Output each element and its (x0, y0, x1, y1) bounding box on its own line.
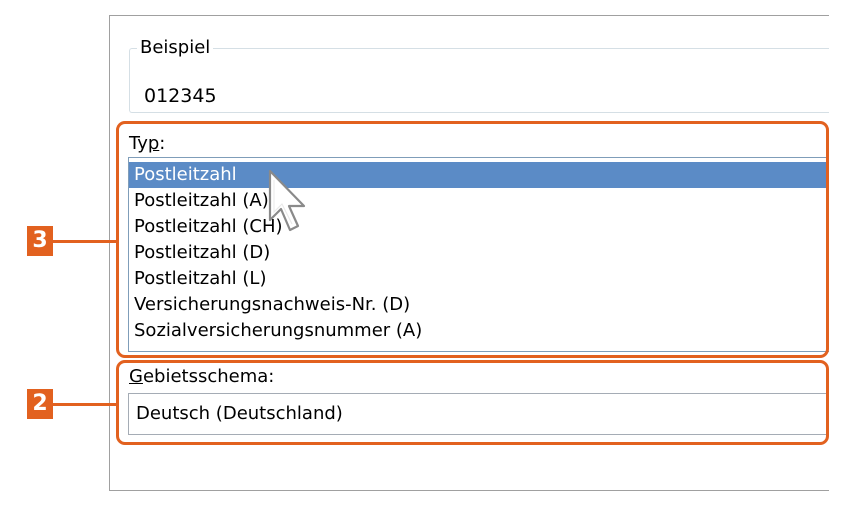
callout-3-connector (52, 240, 118, 243)
callout-2-connector (52, 403, 118, 406)
example-groupbox (129, 48, 829, 113)
example-value: 012345 (144, 85, 217, 107)
callout-3-frame (116, 121, 829, 358)
callout-2-frame (116, 360, 829, 445)
callout-2-badge: 2 (27, 389, 53, 419)
example-group-legend: Beispiel (137, 35, 214, 61)
mouse-pointer-icon (268, 169, 306, 232)
callout-3-badge: 3 (27, 226, 53, 256)
